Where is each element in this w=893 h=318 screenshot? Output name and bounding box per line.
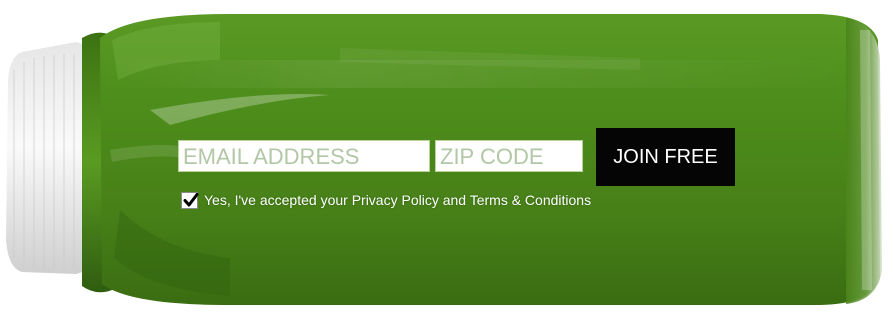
consent-label: Yes, I've accepted your Privacy Policy a… bbox=[204, 192, 592, 208]
consent-checkbox[interactable] bbox=[181, 191, 199, 209]
join-free-button[interactable]: JOIN FREE bbox=[596, 128, 735, 186]
signup-banner: JOIN FREE Yes, I've accepted your Privac… bbox=[0, 0, 893, 318]
checkmark-icon bbox=[183, 192, 199, 206]
zip-code-field[interactable] bbox=[435, 140, 583, 172]
signup-form: JOIN FREE Yes, I've accepted your Privac… bbox=[178, 128, 738, 218]
email-field[interactable] bbox=[178, 140, 430, 172]
consent-row: Yes, I've accepted your Privacy Policy a… bbox=[181, 191, 591, 209]
